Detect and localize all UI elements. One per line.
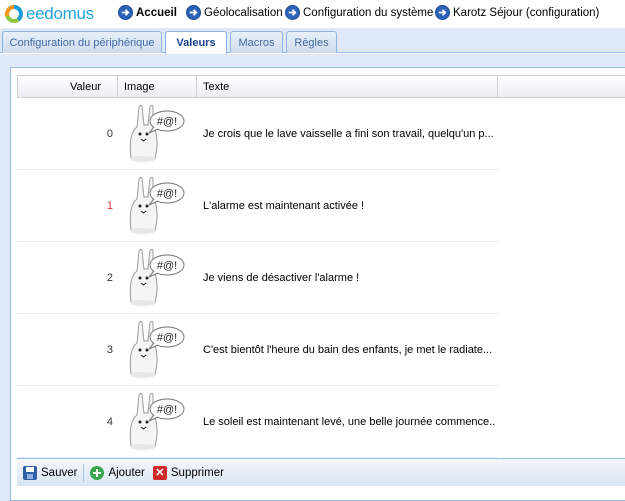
cell-texte: Je viens de désactiver l'alarme ! [203,272,360,284]
floppy-disk-icon [23,465,37,480]
circle-arrow-icon [285,5,300,20]
cell-valeur: 0 [106,128,113,140]
cell-texte: L'alarme est maintenant activée ! [203,200,365,212]
save-button[interactable]: Sauver [23,465,78,480]
table-row[interactable]: 3 #@! C'est bientôt l'heure du bain des … [17,314,498,386]
save-button-label: Sauver [41,466,78,479]
karotz-rabbit-speech-icon: #@! [125,247,187,309]
karotz-rabbit-speech-icon: #@! [125,175,187,237]
cell-texte: C'est bientôt l'heure du bain des enfant… [203,344,493,356]
column-header-valeur[interactable]: Valeur [17,76,118,98]
nav-geolocalisation-label: Géolocalisation [204,6,283,19]
tab-regles[interactable]: Règles [286,31,337,53]
cell-texte: Je crois que le lave vaisselle a fini so… [203,128,494,140]
bubble-text: #@! [157,332,177,344]
cell-valeur: 4 [106,416,113,428]
bubble-text: #@! [157,260,177,272]
bubble-text: #@! [157,116,177,128]
cell-valeur: 1 [106,200,113,212]
tab-label: Macros [238,36,275,49]
delete-button[interactable]: ✕ Supprimer [152,465,224,480]
column-header-image[interactable]: Image [118,76,197,98]
tab-label: Règles [294,36,329,49]
nav-accueil-label: Accueil [136,6,177,19]
column-header-texte[interactable]: Texte [197,76,498,98]
add-button[interactable]: Ajouter [90,465,145,480]
logo-text: eedomus [26,4,94,23]
grid-body: 0 #@! Je crois que le lave vaisselle a f… [17,98,498,458]
circle-arrow-icon [435,5,450,20]
circle-arrow-icon [118,5,133,20]
logo-ring-icon [5,5,23,23]
nav-karotz-sejour-label: Karotz Séjour (configuration) [453,6,600,19]
bubble-text: #@! [157,188,177,200]
top-header: eedomus Accueil Géolocalisation Configur… [0,0,625,27]
nav-configuration-systeme[interactable]: Configuration du système [285,5,433,20]
table-row[interactable]: 2 #@! Je viens de désactiver l'alarme ! [17,242,498,314]
add-button-label: Ajouter [108,466,145,479]
bubble-text: #@! [157,404,177,416]
table-row[interactable]: 1 #@! L'alarme est maintenant activée ! [17,170,498,242]
tab-valeurs[interactable]: Valeurs [165,31,227,54]
tab-label: Valeurs [176,37,216,49]
circle-arrow-icon [186,5,201,20]
tab-strip: Configuration du périphérique Valeurs Ma… [0,28,625,54]
nav-configuration-systeme-label: Configuration du système [303,6,434,19]
tab-macros[interactable]: Macros [230,31,283,53]
table-row[interactable]: 4 #@! Le soleil est maintenant levé, une… [17,386,498,458]
cell-valeur: 3 [106,344,113,356]
grid-header: Valeur Image Texte [17,75,625,98]
cell-valeur: 2 [106,272,113,284]
delete-button-label: Supprimer [170,466,224,479]
nav-geolocalisation[interactable]: Géolocalisation [186,5,283,20]
tab-label: Configuration du périphérique [9,36,155,49]
karotz-rabbit-speech-icon: #@! [125,103,187,165]
delete-x-icon: ✕ [152,465,167,480]
cell-texte: Le soleil est maintenant levé, une belle… [203,416,495,428]
plus-circle-icon [90,465,105,480]
karotz-rabbit-speech-icon: #@! [125,391,187,453]
karotz-rabbit-speech-icon: #@! [125,319,187,381]
bottom-toolbar: Sauver Ajouter ✕ Supprimer [17,458,625,486]
nav-karotz-sejour[interactable]: Karotz Séjour (configuration) [435,5,599,20]
tab-configuration-peripherique[interactable]: Configuration du périphérique [2,31,162,53]
toolbar-separator [83,463,85,482]
table-row[interactable]: 0 #@! Je crois que le lave vaisselle a f… [17,98,498,170]
eedomus-logo[interactable]: eedomus [5,4,94,24]
nav-accueil[interactable]: Accueil [118,5,177,20]
